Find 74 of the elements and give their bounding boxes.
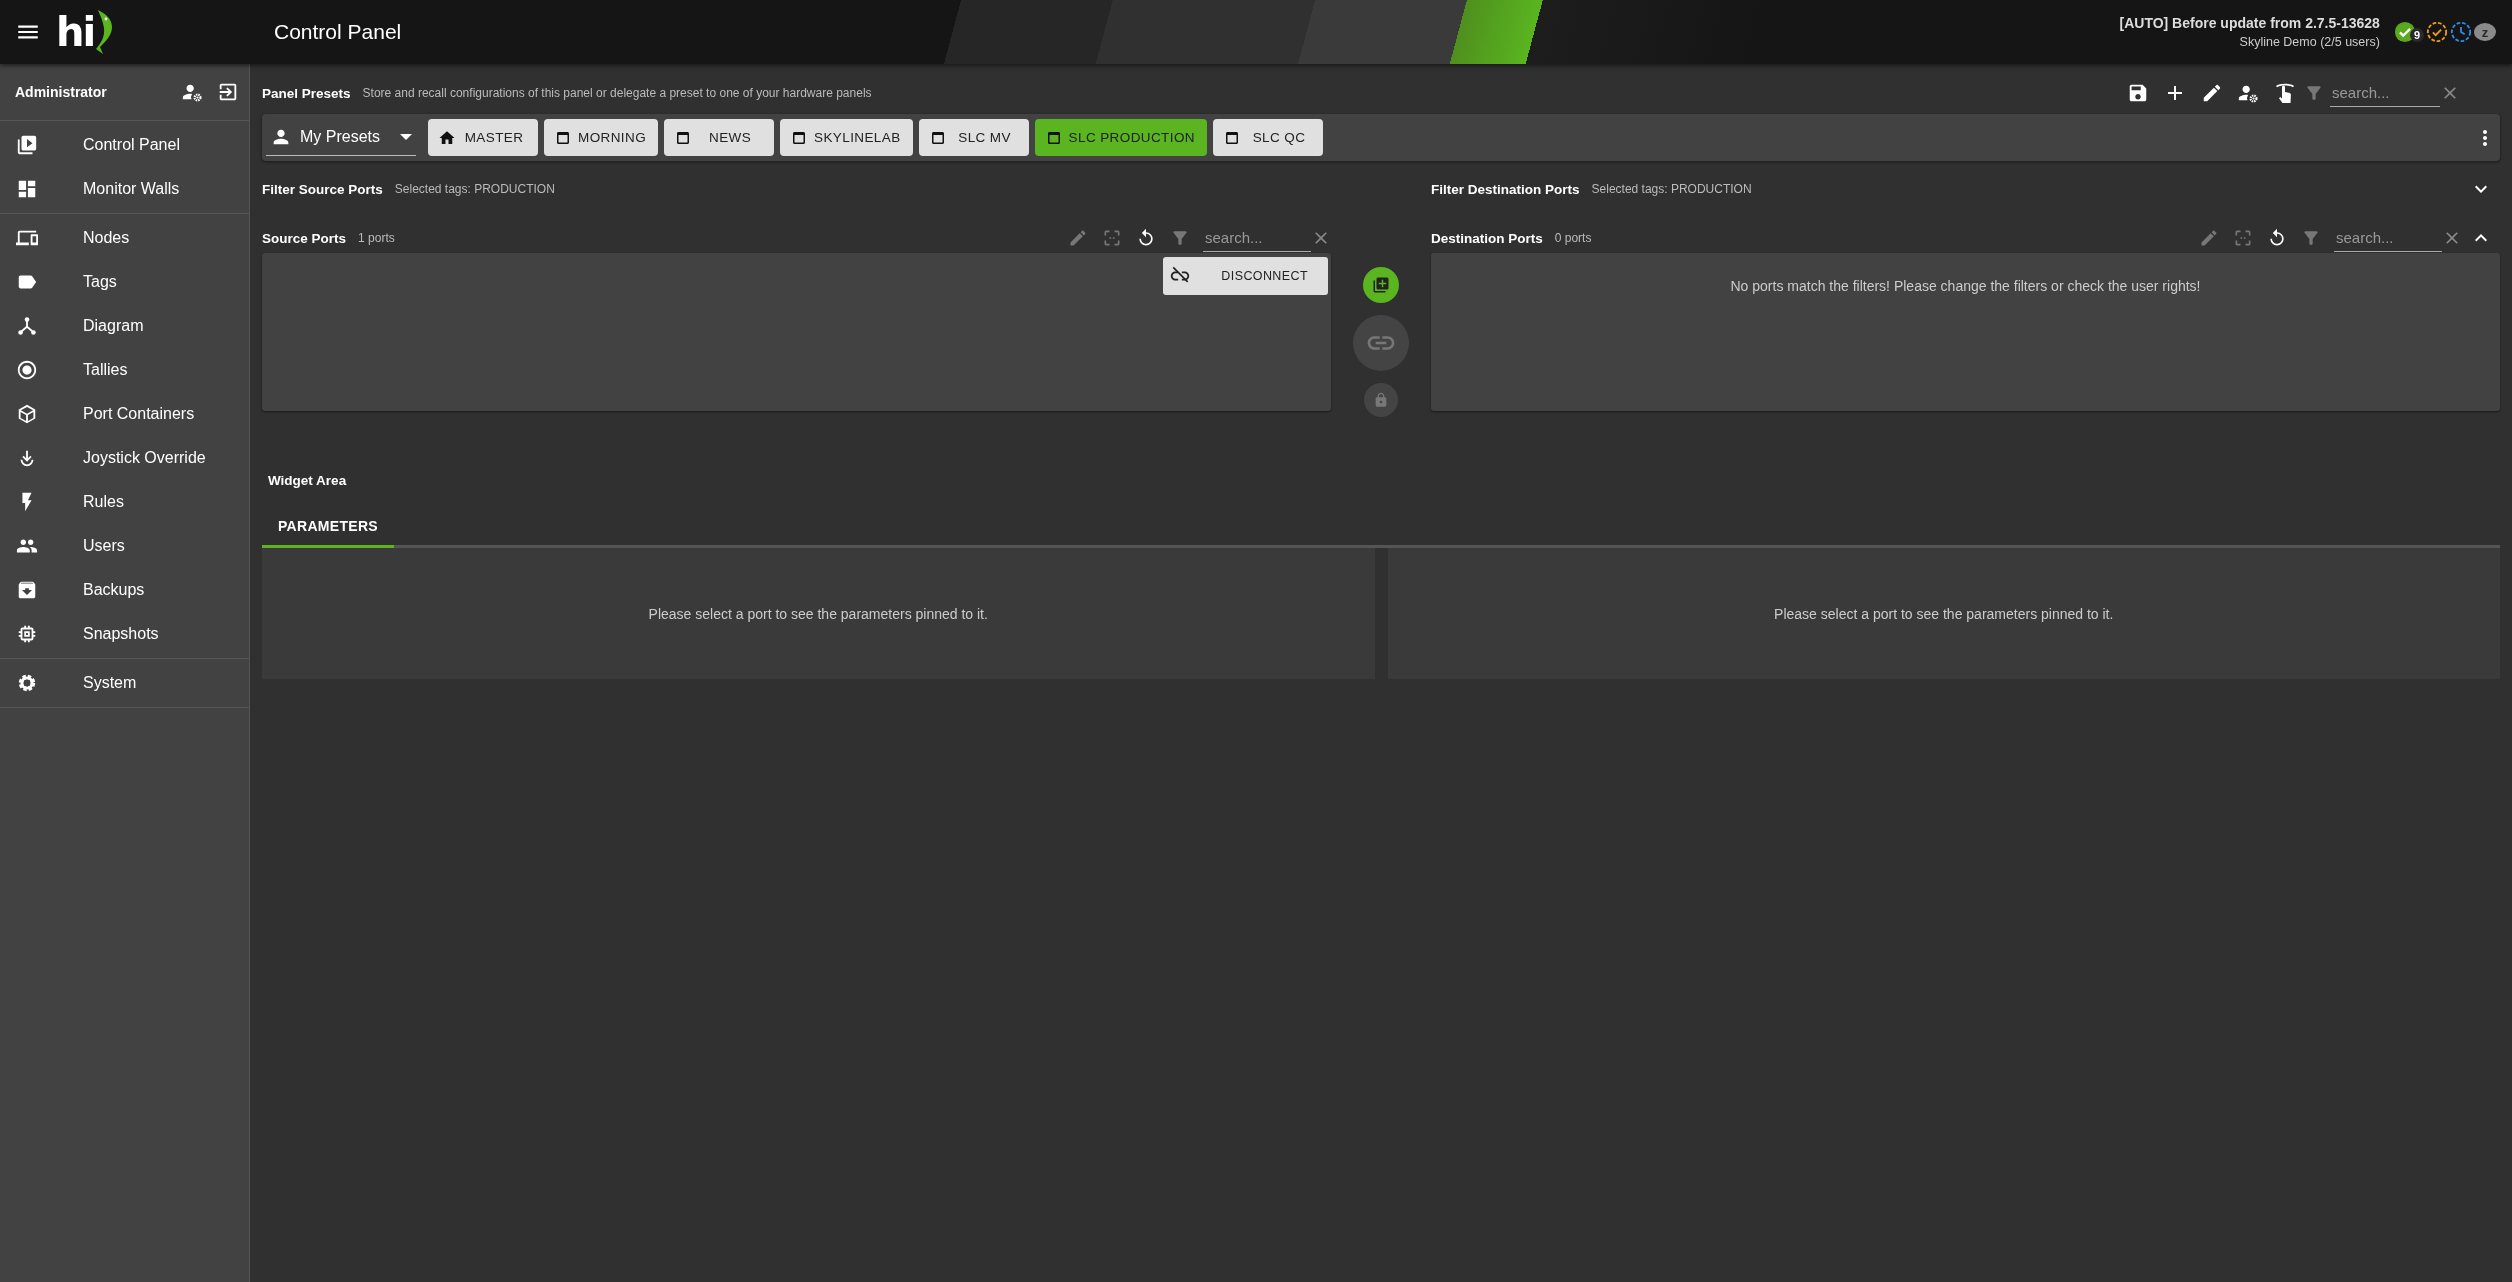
- preset-button[interactable]: NEWS: [664, 119, 775, 156]
- save-icon: [2127, 82, 2149, 104]
- nav-item[interactable]: Tallies: [0, 348, 249, 392]
- section-title: Filter Source Ports: [262, 181, 383, 197]
- preset-button[interactable]: SLC MV: [918, 119, 1029, 156]
- nav-item[interactable]: Port Containers: [0, 392, 249, 436]
- sleep-bubble[interactable]: z: [2474, 23, 2496, 41]
- nav-item[interactable]: Nodes: [0, 216, 249, 260]
- empty-message: Please select a port to see the parameters pinned to it.: [648, 605, 988, 622]
- nav-item[interactable]: Monitor Walls: [0, 167, 249, 211]
- search-field[interactable]: search...: [2330, 79, 2440, 107]
- section-title: Panel Presets: [262, 85, 351, 101]
- panel-title: Destination Ports: [1431, 230, 1543, 246]
- nav-item[interactable]: Backups: [0, 568, 249, 612]
- refresh-icon: [2267, 228, 2287, 248]
- radio-icon: [16, 359, 38, 381]
- section-title: Filter Destination Ports: [1431, 181, 1580, 197]
- lock-button[interactable]: [1364, 383, 1398, 417]
- section-title: Widget Area: [268, 473, 347, 488]
- port-count: 0 ports: [1554, 231, 1592, 245]
- section-description: Store and recall configurations of this panel or delegate a preset to one of your hardware panels: [362, 86, 872, 100]
- search-field[interactable]: search...: [2334, 224, 2442, 252]
- disconnect-button[interactable]: DISCONNECT: [1163, 257, 1328, 295]
- empty-message: No ports match the filters! Please change the filters or check the user rights!: [1729, 277, 2202, 294]
- empty-message: Please select a port to see the parameters pinned to it.: [1774, 605, 2114, 622]
- nav-item[interactable]: Users: [0, 524, 249, 568]
- nav-item[interactable]: Tags: [0, 260, 249, 304]
- hand-icon: [2273, 81, 2297, 105]
- panel-title: Source Ports: [262, 230, 347, 246]
- pencil-icon: [2199, 228, 2219, 248]
- nav-item[interactable]: Diagram: [0, 304, 249, 348]
- chip-icon: [16, 623, 38, 645]
- preset-button[interactable]: MASTER: [428, 119, 538, 156]
- snapshot-title: [AUTO] Before update from 2.7.5-13628: [2119, 15, 2380, 31]
- preset-button[interactable]: SKYLINELAB: [780, 119, 913, 156]
- system-name: Skyline Demo (2/5 users): [2239, 35, 2380, 49]
- preset-button[interactable]: MORNING: [544, 119, 659, 156]
- page-title: Control Panel: [274, 20, 403, 44]
- nav-item[interactable]: Joystick Override: [0, 436, 249, 480]
- frame-icon: [2233, 228, 2253, 248]
- nav-item[interactable]: Rules: [0, 480, 249, 524]
- play-icon: [16, 134, 38, 156]
- add-stack-icon: [1372, 276, 1390, 294]
- dashed-clock-icon[interactable]: [2450, 21, 2472, 43]
- pencil-icon: [1068, 228, 1088, 248]
- port-count: 1 ports: [358, 231, 395, 245]
- search-field[interactable]: search...: [1203, 224, 1311, 252]
- logout-icon: [217, 81, 239, 103]
- logo-text: hi: [56, 12, 95, 52]
- connect-button[interactable]: [1353, 315, 1409, 371]
- nav-item[interactable]: System: [0, 661, 249, 705]
- more-icon: [2483, 129, 2487, 146]
- user-name: Administrator: [15, 84, 108, 100]
- check-circle-icon[interactable]: [2393, 21, 2416, 43]
- archive-icon: [16, 579, 38, 601]
- caret-icon: [400, 134, 412, 140]
- cube-icon: [16, 403, 38, 425]
- dashed-check-icon[interactable]: [2426, 21, 2448, 43]
- grid-icon: [16, 178, 38, 200]
- preset-button[interactable]: SLC QC: [1212, 119, 1323, 156]
- pencil-icon: [2201, 82, 2223, 104]
- lock-icon: [1373, 392, 1389, 408]
- diagram-icon: [16, 315, 38, 337]
- settings-icon: [16, 672, 38, 694]
- refresh-icon: [1136, 228, 1156, 248]
- selected-tags: Selected tags: PRODUCTION: [1591, 182, 1752, 196]
- selected-tags: Selected tags: PRODUCTION: [394, 182, 555, 196]
- nav-item[interactable]: Snapshots: [0, 612, 249, 656]
- preset-button[interactable]: SLC PRODUCTION: [1034, 119, 1207, 156]
- connect-multiple-button[interactable]: [1363, 267, 1399, 303]
- owner-dropdown[interactable]: My Presets: [266, 119, 416, 156]
- logout-button[interactable]: [217, 81, 239, 103]
- frame-icon: [1102, 228, 1122, 248]
- nav-item[interactable]: Control Panel: [0, 123, 249, 167]
